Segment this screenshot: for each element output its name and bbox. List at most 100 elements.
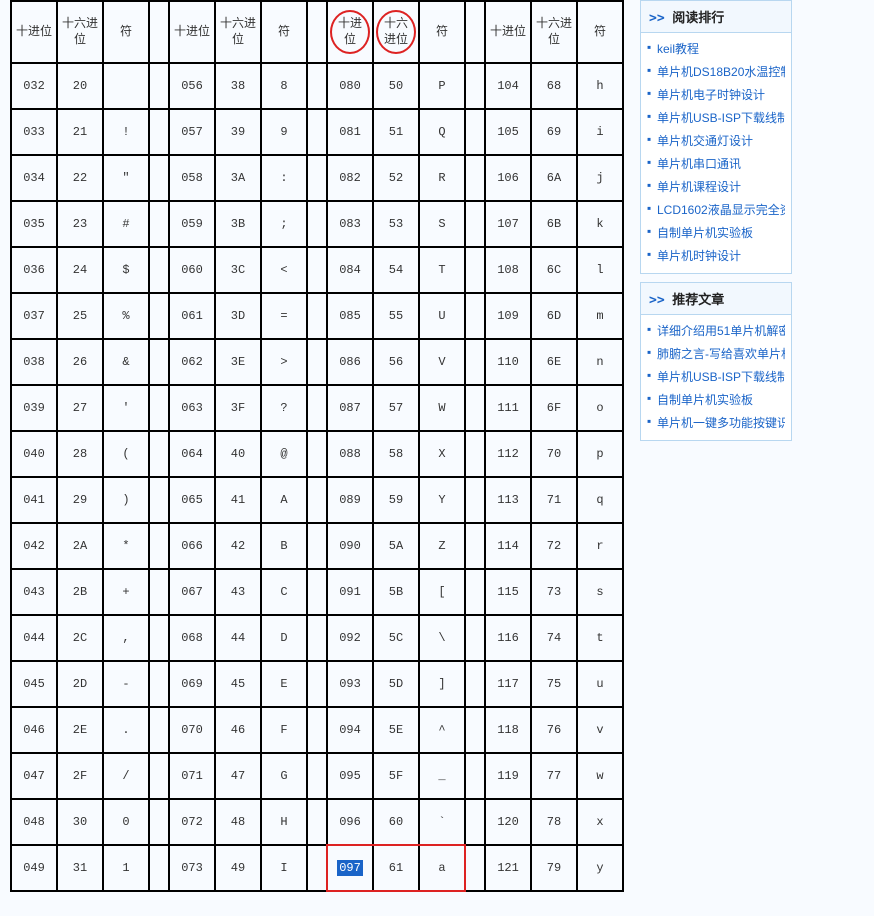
cell-hex: 56	[373, 339, 419, 385]
cell-text: 20	[73, 79, 87, 93]
cell-dec: 087	[327, 385, 373, 431]
sidebar-link[interactable]: 单片机DS18B20水温控制系	[657, 65, 785, 79]
sidebar-link[interactable]: 肺腑之言-写给喜欢单片机	[657, 347, 785, 361]
cell-char: U	[419, 293, 465, 339]
cell-char: )	[103, 477, 149, 523]
header-hex: 十六进位	[531, 1, 577, 63]
column-gap	[307, 707, 327, 753]
cell-text: u	[596, 677, 603, 691]
cell-text: 064	[181, 447, 203, 461]
column-gap	[149, 247, 169, 293]
cell-char: s	[577, 569, 623, 615]
sidebar-list: keil教程单片机DS18B20水温控制系单片机电子时钟设计单片机USB-ISP…	[641, 33, 791, 273]
cell-char: A	[261, 477, 307, 523]
cell-char: +	[103, 569, 149, 615]
cell-text: 41	[231, 493, 245, 507]
cell-char: !	[103, 109, 149, 155]
sidebar-item: 单片机时钟设计	[647, 244, 785, 267]
cell-text: '	[122, 401, 129, 415]
header-hex: 十六进位	[373, 1, 419, 63]
cell-text: 039	[23, 401, 45, 415]
sidebar-item: 自制单片机实验板	[647, 388, 785, 411]
cell-text: 072	[181, 815, 203, 829]
cell-dec: 047	[11, 753, 57, 799]
sidebar-link[interactable]: 单片机电子时钟设计	[657, 88, 765, 102]
cell-text: 071	[181, 769, 203, 783]
sidebar-link[interactable]: 单片机USB-ISP下载线制作	[657, 370, 785, 384]
cell-dec: 109	[485, 293, 531, 339]
cell-text: 119	[497, 769, 519, 783]
cell-text: 28	[73, 447, 87, 461]
cell-dec: 065	[169, 477, 215, 523]
cell-char: p	[577, 431, 623, 477]
cell-char: V	[419, 339, 465, 385]
column-gap	[465, 63, 485, 109]
sidebar-link[interactable]: LCD1602液晶显示完全资料	[657, 203, 785, 217]
cell-char: "	[103, 155, 149, 201]
column-gap	[465, 109, 485, 155]
sidebar-link[interactable]: 单片机课程设计	[657, 180, 741, 194]
sidebar-link[interactable]: 单片机串口通讯	[657, 157, 741, 171]
column-gap	[307, 799, 327, 845]
sidebar-item: keil教程	[647, 37, 785, 60]
cell-text: 068	[181, 631, 203, 645]
cell-text: &	[122, 355, 129, 369]
sidebar-item: 单片机一键多功能按键识别	[647, 411, 785, 434]
column-gap	[307, 63, 327, 109]
cell-dec: 044	[11, 615, 57, 661]
column-gap	[307, 845, 327, 891]
cell-text: 76	[547, 723, 561, 737]
cell-hex: 6D	[531, 293, 577, 339]
sidebar-title-text: 阅读排行	[672, 10, 724, 25]
cell-hex: 22	[57, 155, 103, 201]
cell-dec: 045	[11, 661, 57, 707]
cell-text: 5C	[389, 631, 403, 645]
sidebar-link[interactable]: 自制单片机实验板	[657, 393, 753, 407]
cell-text: 093	[339, 677, 361, 691]
sidebar-link[interactable]: 详细介绍用51单片机解密	[657, 324, 785, 338]
cell-text: 060	[181, 263, 203, 277]
cell-text: 104	[497, 79, 519, 93]
sidebar-link[interactable]: keil教程	[657, 42, 699, 56]
cell-text: 065	[181, 493, 203, 507]
cell-dec: 069	[169, 661, 215, 707]
cell-text: Q	[438, 125, 445, 139]
sidebar-link[interactable]: 单片机一键多功能按键识别	[657, 416, 785, 430]
cell-text: 23	[73, 217, 87, 231]
cell-text: P	[438, 79, 445, 93]
cell-char: i	[577, 109, 623, 155]
sidebar-title-text: 推荐文章	[672, 292, 724, 307]
cell-text: %	[122, 309, 129, 323]
cell-hex: 21	[57, 109, 103, 155]
cell-char: T	[419, 247, 465, 293]
cell-text: 063	[181, 401, 203, 415]
cell-text: 086	[339, 355, 361, 369]
sidebar-link[interactable]: 自制单片机实验板	[657, 226, 753, 240]
cell-hex: 6B	[531, 201, 577, 247]
cell-text: 79	[547, 861, 561, 875]
cell-hex: 23	[57, 201, 103, 247]
cell-text: `	[438, 815, 445, 829]
sidebar-link[interactable]: 单片机USB-ISP下载线制作	[657, 111, 785, 125]
sidebar-link[interactable]: 单片机时钟设计	[657, 249, 741, 263]
sidebar-link[interactable]: 单片机交通灯设计	[657, 134, 753, 148]
cell-text: !	[122, 125, 129, 139]
table-row: 0432B+06743C0915B[11573s	[11, 569, 623, 615]
table-row: 0322005638808050P10468h	[11, 63, 623, 109]
cell-hex: 78	[531, 799, 577, 845]
column-gap	[149, 799, 169, 845]
cell-text: S	[438, 217, 445, 231]
cell-text: 066	[181, 539, 203, 553]
header-dec: 十进位	[169, 1, 215, 63]
column-gap	[149, 1, 169, 63]
sidebar-item: 单片机串口通讯	[647, 152, 785, 175]
cell-text: 3E	[231, 355, 245, 369]
cell-hex: 77	[531, 753, 577, 799]
cell-hex: 70	[531, 431, 577, 477]
cell-char: t	[577, 615, 623, 661]
cell-char: -	[103, 661, 149, 707]
cell-char: n	[577, 339, 623, 385]
cell-text: q	[596, 493, 603, 507]
cell-text: 71	[547, 493, 561, 507]
cell-text: 6B	[547, 217, 561, 231]
